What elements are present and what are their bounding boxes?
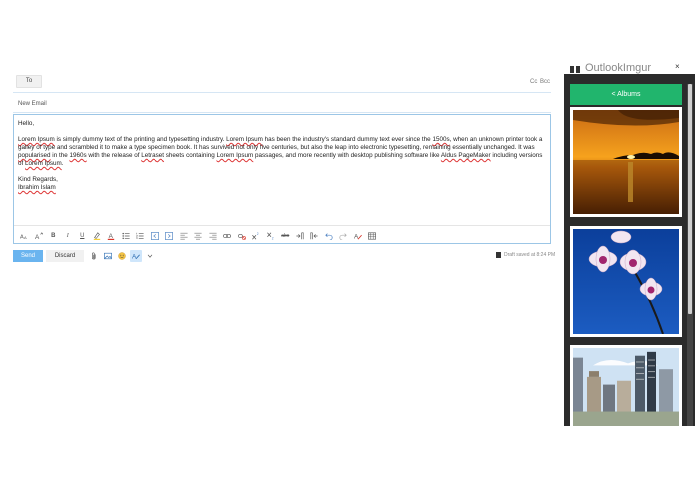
- svg-text:A: A: [35, 234, 40, 240]
- message-body-editor[interactable]: Hello, Lorem Ipsum is simply dummy text …: [13, 114, 551, 244]
- signature-text: Ibrahim Islam: [18, 184, 56, 191]
- emoji-icon[interactable]: [116, 250, 128, 262]
- addin-logo-icon: [570, 64, 582, 73]
- subject-divider: [13, 112, 551, 113]
- closing-text: Kind Regards,: [18, 176, 58, 183]
- bold-icon[interactable]: B: [47, 230, 60, 242]
- unlink-icon[interactable]: [236, 230, 249, 242]
- strikethrough-icon[interactable]: abc: [279, 230, 292, 242]
- align-center-icon[interactable]: [192, 230, 205, 242]
- align-left-icon[interactable]: [178, 230, 191, 242]
- clear-format-icon[interactable]: A: [352, 230, 365, 242]
- italic-icon[interactable]: I: [62, 230, 75, 242]
- font-color-icon[interactable]: A: [105, 230, 118, 242]
- bcc-link[interactable]: Bcc: [540, 79, 550, 85]
- bullets-icon[interactable]: [120, 230, 133, 242]
- draft-status-text: Draft saved at 8:24 PM: [504, 252, 556, 258]
- svg-text:2: 2: [257, 232, 259, 236]
- font-size-icon[interactable]: AA: [18, 230, 31, 242]
- body-paragraph: Lorem Ipsum is simply dummy text of the …: [18, 136, 543, 167]
- superscript-icon[interactable]: 2: [250, 230, 263, 242]
- numbering-icon[interactable]: [134, 230, 147, 242]
- greeting-text: Hello,: [18, 120, 35, 127]
- subject-field[interactable]: New Email: [18, 101, 47, 107]
- svg-text:A: A: [24, 235, 27, 240]
- city-photo: [573, 348, 679, 426]
- link-icon[interactable]: [221, 230, 234, 242]
- addin-title: OutlookImgur: [585, 62, 652, 74]
- undo-icon[interactable]: [323, 230, 336, 242]
- rtl-icon[interactable]: [308, 230, 321, 242]
- cc-link[interactable]: Cc: [530, 79, 537, 85]
- thumbnail-city[interactable]: [570, 345, 682, 426]
- ltr-icon[interactable]: [294, 230, 307, 242]
- subscript-icon[interactable]: 2: [265, 230, 278, 242]
- draft-icon: [496, 252, 501, 258]
- addin-scrollbar-thumb[interactable]: [688, 84, 692, 314]
- close-icon[interactable]: ×: [675, 63, 680, 71]
- format-toolbar: AA A B I U A 2 2 abc A: [18, 229, 379, 243]
- formatting-toggle-icon[interactable]: A: [130, 250, 142, 262]
- decrease-indent-icon[interactable]: [149, 230, 162, 242]
- thumbnail-orchid[interactable]: [570, 226, 682, 337]
- to-button[interactable]: To: [16, 75, 42, 88]
- underline-icon[interactable]: U: [76, 230, 89, 242]
- redo-icon[interactable]: [337, 230, 350, 242]
- more-options-chevron-icon[interactable]: [144, 250, 156, 262]
- align-right-icon[interactable]: [207, 230, 220, 242]
- compose-pane: To Cc Bcc New Email Hello, Lorem Ipsum i…: [0, 0, 560, 494]
- send-button[interactable]: Send: [13, 250, 43, 262]
- table-icon[interactable]: [366, 230, 379, 242]
- thumbnail-sunset[interactable]: [570, 107, 682, 217]
- insert-picture-icon[interactable]: [102, 250, 114, 262]
- sunset-photo: [573, 110, 679, 214]
- draft-status: Draft saved at 8:24 PM: [496, 252, 555, 258]
- increase-indent-icon[interactable]: [163, 230, 176, 242]
- to-field[interactable]: [13, 92, 551, 93]
- svg-text:2: 2: [272, 237, 274, 240]
- orchid-photo: [573, 229, 679, 334]
- discard-button[interactable]: Discard: [46, 250, 84, 262]
- grow-font-icon[interactable]: A: [33, 230, 46, 242]
- message-body[interactable]: Hello, Lorem Ipsum is simply dummy text …: [18, 120, 546, 192]
- albums-back-button[interactable]: < Albums: [570, 84, 682, 105]
- attach-icon[interactable]: [88, 250, 100, 262]
- toolbar-divider: [14, 225, 550, 226]
- highlight-icon[interactable]: [91, 230, 104, 242]
